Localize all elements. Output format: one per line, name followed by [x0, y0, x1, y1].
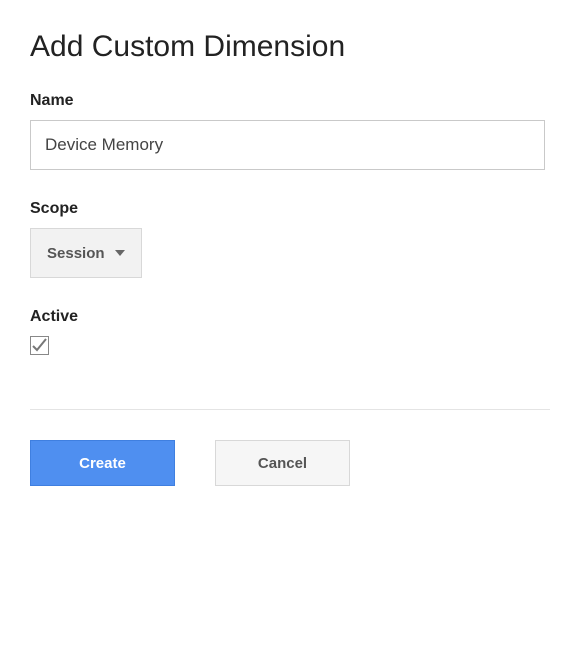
scope-selected-value: Session [47, 245, 105, 262]
page-title: Add Custom Dimension [30, 30, 550, 64]
scope-label: Scope [30, 200, 550, 218]
cancel-button[interactable]: Cancel [215, 440, 350, 486]
checkmark-icon [31, 337, 48, 354]
divider [30, 409, 550, 410]
create-button[interactable]: Create [30, 440, 175, 486]
name-label: Name [30, 92, 550, 110]
button-row: Create Cancel [30, 440, 550, 486]
active-checkbox[interactable] [30, 336, 49, 355]
active-field-group: Active [30, 308, 550, 359]
chevron-down-icon [115, 250, 125, 256]
name-field-group: Name [30, 92, 550, 170]
scope-dropdown[interactable]: Session [30, 228, 142, 278]
name-input[interactable] [30, 120, 545, 170]
scope-field-group: Scope Session [30, 200, 550, 278]
active-label: Active [30, 308, 550, 326]
